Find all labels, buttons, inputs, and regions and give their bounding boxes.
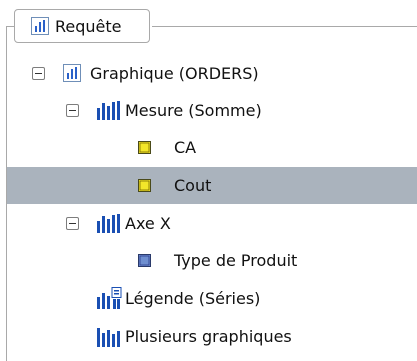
tree-node-label: Mesure (Somme) (125, 101, 262, 120)
collapse-icon[interactable] (66, 217, 79, 230)
measure-bars-icon (96, 213, 122, 234)
measure-bars-icon (96, 325, 122, 348)
tree-node-label: Graphique (ORDERS) (90, 64, 259, 83)
collapse-icon[interactable] (66, 104, 79, 117)
tree-node-legend[interactable]: Légende (Séries) (7, 280, 417, 317)
collapse-icon[interactable] (32, 67, 45, 80)
tree-node-measure[interactable]: Mesure (Somme) (7, 92, 417, 129)
query-group-label: Requête (55, 16, 122, 36)
tree-node-label: Type de Produit (174, 251, 298, 270)
tree-node-label: CA (174, 138, 197, 157)
field-icon (138, 179, 151, 192)
tree-node-label: Plusieurs graphiques (125, 327, 292, 346)
legend-icon (96, 287, 122, 310)
tree-node-field-ca[interactable]: CA (7, 129, 417, 166)
tree-node-axis-x[interactable]: Axe X (7, 205, 417, 242)
query-group-title: Requête (14, 9, 150, 43)
tree-node-field-cout[interactable]: Cout (7, 167, 417, 204)
measure-bars-icon (96, 100, 122, 121)
field-icon (138, 141, 151, 154)
tree-node-label: Légende (Séries) (125, 289, 261, 308)
tree-node-field-type-produit[interactable]: Type de Produit (7, 242, 417, 279)
bar-chart-icon (31, 17, 49, 35)
tree-node-label: Cout (174, 176, 212, 195)
tree-node-chart[interactable]: Graphique (ORDERS) (7, 55, 417, 92)
bar-chart-icon (63, 64, 81, 82)
tree-node-label: Axe X (125, 214, 171, 233)
groupbox-border-top (152, 26, 417, 27)
query-panel: Requête Graphique (ORDERS) Mesure (Somme… (0, 0, 417, 361)
field-icon (138, 254, 151, 267)
groupbox-border-top (6, 26, 14, 27)
tree-node-multiple-charts[interactable]: Plusieurs graphiques (7, 318, 417, 355)
